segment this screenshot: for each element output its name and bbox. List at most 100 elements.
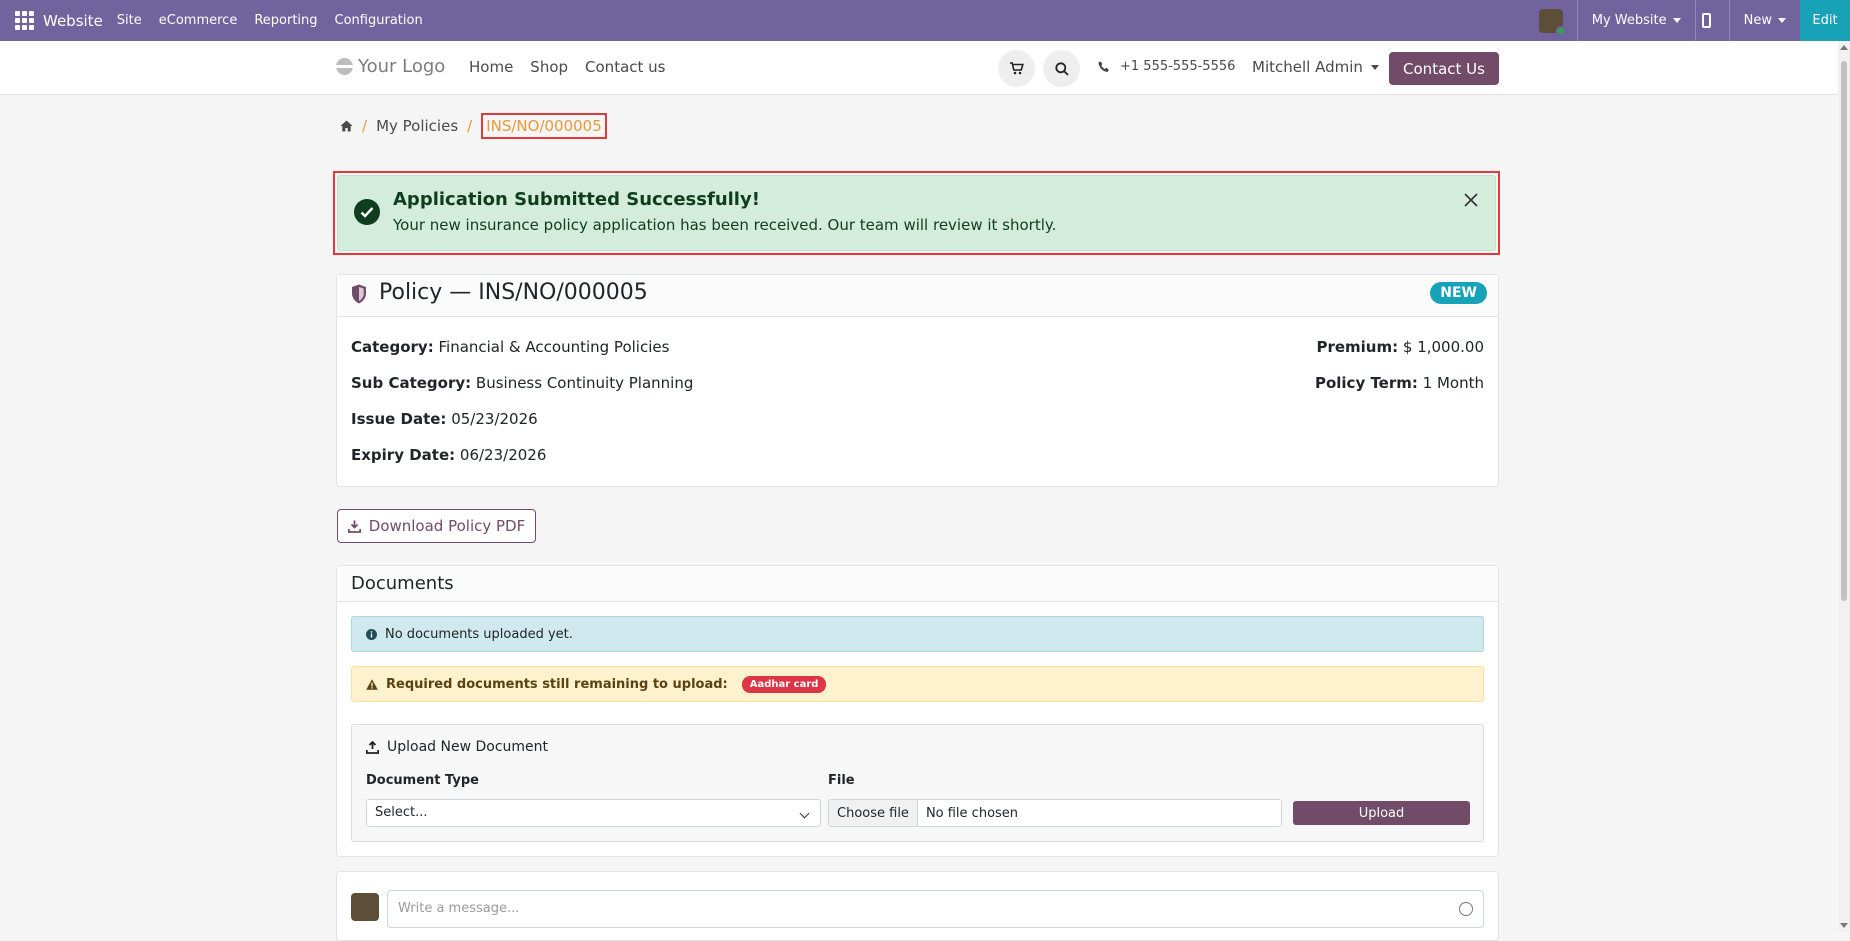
chatter-composer: Write a message... — [336, 871, 1499, 941]
expiry-date-value: 06/23/2026 — [459, 446, 547, 464]
new-dropdown[interactable]: New — [1730, 0, 1800, 41]
divider — [1694, 0, 1696, 41]
upload-title: Upload New Document — [366, 739, 548, 755]
phone-number: +1 555-555-5556 — [1120, 59, 1236, 74]
user-name: Mitchell Admin — [1252, 58, 1363, 76]
avatar — [351, 893, 379, 921]
document-type-value: Select... — [375, 805, 428, 820]
documents-title: Documents — [351, 573, 454, 594]
warning-text: Required documents still remaining to up… — [386, 676, 728, 692]
mobile-preview-icon[interactable] — [1701, 13, 1711, 28]
download-label: Download Policy PDF — [368, 517, 526, 535]
success-alert: Application Submitted Successfully! Your… — [337, 175, 1496, 251]
edit-button[interactable]: Edit — [1800, 0, 1850, 41]
breadcrumb: / My Policies / INS/NO/000005 — [340, 113, 607, 139]
file-label: File — [828, 773, 855, 788]
breadcrumb-separator: / — [467, 117, 473, 135]
expiry-date-label: Expiry Date: — [351, 446, 456, 464]
menu-configuration[interactable]: Configuration — [335, 13, 423, 28]
breadcrumb-current: INS/NO/000005 — [481, 113, 607, 139]
file-status: No file chosen — [925, 805, 1019, 821]
required-documents-warning: Required documents still remaining to up… — [351, 666, 1484, 702]
premium-value: $ 1,000.00 — [1402, 338, 1484, 356]
upload-document-form: Upload New Document Document Type File S… — [351, 724, 1484, 842]
alert-title: Application Submitted Successfully! — [393, 189, 760, 210]
cart-icon — [1009, 62, 1024, 75]
breadcrumb-separator: / — [362, 117, 368, 135]
admin-navbar: Website Site eCommerce Reporting Configu… — [0, 0, 1850, 41]
apps-grid-icon[interactable] — [13, 10, 35, 32]
contact-us-button[interactable]: Contact Us — [1389, 52, 1499, 85]
app-brand[interactable]: Website — [43, 12, 103, 30]
site-logo[interactable]: Your Logo — [336, 56, 445, 77]
menu-site[interactable]: Site — [117, 13, 142, 28]
phone-icon — [1098, 61, 1109, 72]
close-icon[interactable] — [1463, 192, 1479, 208]
cart-button[interactable] — [998, 50, 1035, 87]
menu-reporting[interactable]: Reporting — [254, 13, 317, 28]
message-input[interactable]: Write a message... — [387, 890, 1484, 928]
policy-card: Policy — INS/NO/000005 NEW Category: Fin… — [336, 274, 1499, 487]
file-input[interactable]: Choose file No file chosen — [828, 799, 1282, 827]
caret-down-icon — [1672, 18, 1681, 23]
status-badge: NEW — [1430, 282, 1487, 304]
home-icon[interactable] — [340, 120, 353, 132]
sub-category-label: Sub Category: — [351, 374, 472, 392]
warning-icon — [366, 678, 378, 690]
scroll-up-icon[interactable] — [1840, 45, 1848, 50]
category-row: Category: Financial & Accounting Policie… — [351, 338, 669, 356]
caret-down-icon — [1778, 18, 1786, 23]
caret-down-icon — [1370, 64, 1379, 70]
issue-date-row: Issue Date: 05/23/2026 — [351, 410, 538, 428]
choose-file-button[interactable]: Choose file — [829, 800, 918, 826]
sub-category-row: Sub Category: Business Continuity Planni… — [351, 374, 693, 392]
page-scrollbar[interactable] — [1838, 41, 1850, 932]
nav-home[interactable]: Home — [469, 58, 513, 76]
policy-title: Policy — INS/NO/000005 — [379, 280, 648, 305]
user-avatar[interactable] — [1538, 8, 1566, 36]
missing-document-badge: Aadhar card — [741, 675, 827, 693]
sub-category-value: Business Continuity Planning — [475, 374, 694, 392]
nav-shop[interactable]: Shop — [530, 58, 568, 76]
upload-icon — [366, 740, 379, 754]
chevron-down-icon — [799, 808, 810, 819]
upload-button[interactable]: Upload — [1293, 801, 1470, 825]
breadcrumb-my-policies[interactable]: My Policies — [376, 117, 458, 135]
info-icon — [366, 628, 377, 640]
phone-link[interactable]: +1 555-555-5556 — [1098, 59, 1235, 74]
expiry-date-row: Expiry Date: 06/23/2026 — [351, 446, 546, 464]
policy-term-label: Policy Term: — [1314, 374, 1418, 392]
document-type-label: Document Type — [366, 773, 479, 788]
document-type-select[interactable]: Select... — [366, 799, 821, 827]
search-button[interactable] — [1043, 50, 1080, 87]
category-label: Category: — [351, 338, 434, 356]
check-circle-icon — [354, 199, 380, 225]
menu-ecommerce[interactable]: eCommerce — [159, 13, 238, 28]
my-website-dropdown[interactable]: My Website — [1578, 0, 1695, 41]
site-nav: Home Shop Contact us — [469, 58, 665, 76]
scroll-down-icon[interactable] — [1840, 923, 1848, 928]
policy-term-value: 1 Month — [1422, 374, 1484, 392]
upload-title-text: Upload New Document — [387, 739, 549, 755]
premium-row: Premium: $ 1,000.00 — [1316, 338, 1484, 356]
nav-contact[interactable]: Contact us — [585, 58, 665, 76]
info-text: No documents uploaded yet. — [385, 626, 573, 642]
issue-date-value: 05/23/2026 — [451, 410, 538, 428]
alert-message: Your new insurance policy application ha… — [393, 216, 1057, 234]
scroll-thumb[interactable] — [1841, 61, 1847, 601]
logo-text: Your Logo — [358, 56, 446, 77]
message-placeholder: Write a message... — [398, 901, 520, 916]
issue-date-label: Issue Date: — [351, 410, 447, 428]
download-policy-pdf-button[interactable]: Download Policy PDF — [337, 509, 536, 543]
download-icon — [347, 520, 361, 533]
logo-icon — [336, 58, 353, 75]
new-label: New — [1743, 13, 1772, 28]
search-icon — [1054, 61, 1069, 76]
shield-icon — [352, 284, 366, 304]
documents-card: Documents No documents uploaded yet. Req… — [336, 565, 1499, 857]
user-dropdown[interactable]: Mitchell Admin — [1252, 58, 1379, 76]
policy-card-header: Policy — INS/NO/000005 NEW — [337, 275, 1498, 317]
emoji-icon[interactable] — [1459, 902, 1473, 916]
policy-term-row: Policy Term: 1 Month — [1315, 374, 1484, 392]
category-value: Financial & Accounting Policies — [438, 338, 670, 356]
